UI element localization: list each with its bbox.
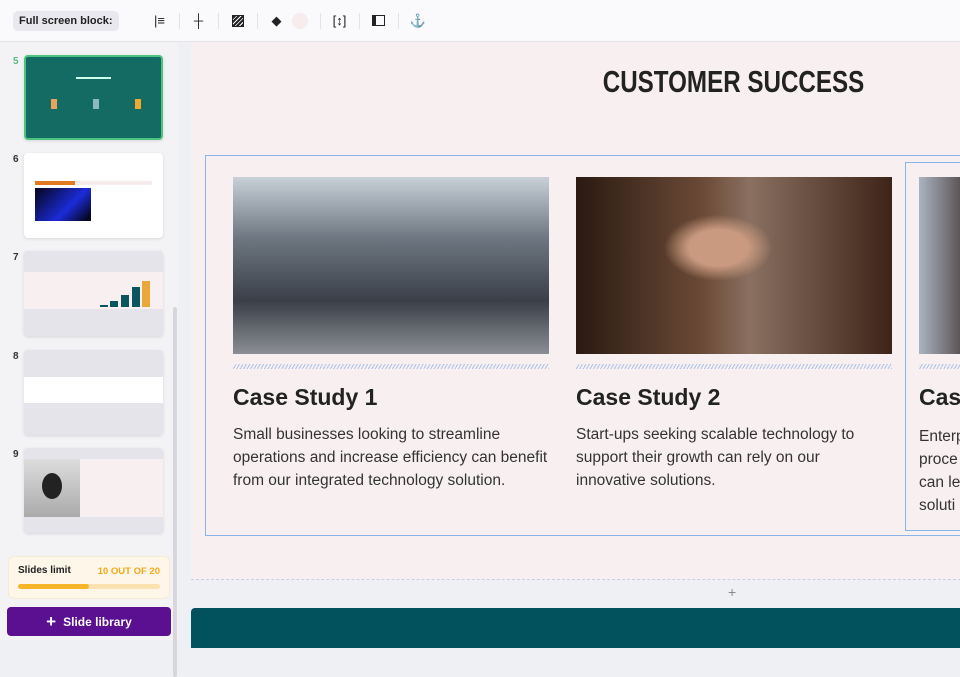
- slide-number: 6: [13, 154, 19, 165]
- case-study-card[interactable]: Case Study 2 Start-ups seeking scalable …: [576, 177, 892, 492]
- thumb-tabs: [35, 181, 152, 185]
- card-text-line: Enterp: [919, 428, 960, 445]
- slide-number: 8: [13, 351, 19, 362]
- slide-thumbnail-9[interactable]: [24, 448, 163, 533]
- slides-limit-card: Slides limit 10 OUT OF 20: [8, 556, 170, 599]
- thumb-logos: [24, 377, 163, 403]
- card-text-line: proce: [919, 451, 958, 468]
- pattern-icon[interactable]: [228, 11, 248, 31]
- case-study-card-partial[interactable]: Case Study 3 Enterp proce can le soluti: [905, 162, 960, 531]
- scrollbar[interactable]: [173, 307, 177, 677]
- toolbar: Full screen block: |≡ ┼ ◆ [↕] ⚓: [0, 0, 960, 42]
- hatch-divider: [576, 364, 892, 369]
- card-title: Case Study 2: [576, 384, 721, 410]
- anchor-icon[interactable]: ⚓: [408, 11, 428, 31]
- slides-limit-count: 10 OUT OF 20: [97, 566, 160, 577]
- divider: [256, 12, 258, 29]
- card-text: Small businesses looking to streamline o…: [233, 426, 548, 489]
- slides-sidebar: 5 6 7 8 9: [0, 42, 178, 677]
- slide-number: 7: [13, 252, 19, 263]
- card-text-line: soluti: [919, 497, 956, 514]
- distribute-icon[interactable]: ┼: [189, 11, 209, 31]
- card-text: Start-ups seeking scalable technology to…: [576, 426, 855, 489]
- card-title: Case Study 3: [919, 384, 960, 410]
- card-image: [919, 177, 960, 354]
- slides-limit-progress: [18, 584, 160, 589]
- slide-thumbnail-7[interactable]: [24, 251, 163, 336]
- slide-canvas[interactable]: CUSTOMER SUCCESS Case Study 1 Small busi…: [191, 42, 960, 600]
- slide-thumbnail-8[interactable]: [24, 350, 163, 435]
- office-team-image: [233, 177, 549, 354]
- sidebar-layout-icon[interactable]: [369, 11, 389, 31]
- slide-library-button[interactable]: + Slide library: [7, 607, 171, 636]
- thumb-quote: [80, 459, 163, 517]
- divider: [319, 12, 321, 29]
- card-text: Enterp proce can le soluti: [919, 425, 960, 517]
- next-slide-block[interactable]: [191, 608, 960, 648]
- divider: [358, 12, 360, 29]
- hatch-divider: [919, 364, 960, 369]
- divider: [178, 12, 180, 29]
- thumb-title: [76, 77, 111, 79]
- slide-library-label: Slide library: [63, 614, 132, 629]
- slide-thumbnail-5[interactable]: [24, 55, 163, 140]
- slide-number: 9: [13, 449, 19, 460]
- slides-limit-label: Slides limit: [18, 565, 71, 576]
- thumb-chart: [24, 272, 163, 309]
- divider: [397, 12, 399, 29]
- height-icon[interactable]: [↕]: [330, 11, 350, 31]
- thumb-keyboard-image: [35, 188, 91, 221]
- divider: [217, 12, 219, 29]
- slide-number: 5: [13, 56, 19, 67]
- hatch-divider: [233, 364, 549, 369]
- businessman-image: [576, 177, 892, 354]
- thumb-portrait: [24, 459, 80, 517]
- plus-icon: +: [46, 611, 57, 631]
- thumb-stats: [51, 99, 141, 109]
- add-block-icon[interactable]: +: [728, 584, 736, 600]
- card-text-line: can le: [919, 474, 960, 491]
- fill-bucket-icon[interactable]: ◆: [267, 11, 287, 31]
- card-title: Case Study 1: [233, 384, 378, 410]
- slide-thumbnail-6[interactable]: [24, 153, 163, 238]
- case-study-card[interactable]: Case Study 1 Small businesses looking to…: [233, 177, 549, 492]
- slide-title[interactable]: CUSTOMER SUCCESS: [310, 64, 960, 100]
- fill-color-swatch[interactable]: [291, 12, 308, 29]
- align-left-icon[interactable]: |≡: [150, 11, 170, 31]
- full-screen-block-label: Full screen block:: [13, 10, 119, 31]
